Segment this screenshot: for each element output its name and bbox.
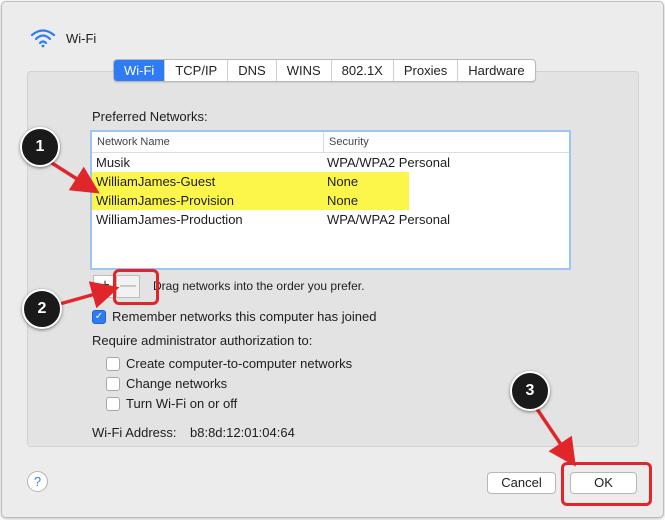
annotation-arrows <box>43 156 576 467</box>
arrow-3 <box>531 402 576 467</box>
annotation-badge-1: 1 <box>20 127 60 167</box>
annotation-badge-2: 2 <box>22 289 62 329</box>
annotation-badge-3: 3 <box>510 371 550 411</box>
arrow-2 <box>55 281 120 309</box>
